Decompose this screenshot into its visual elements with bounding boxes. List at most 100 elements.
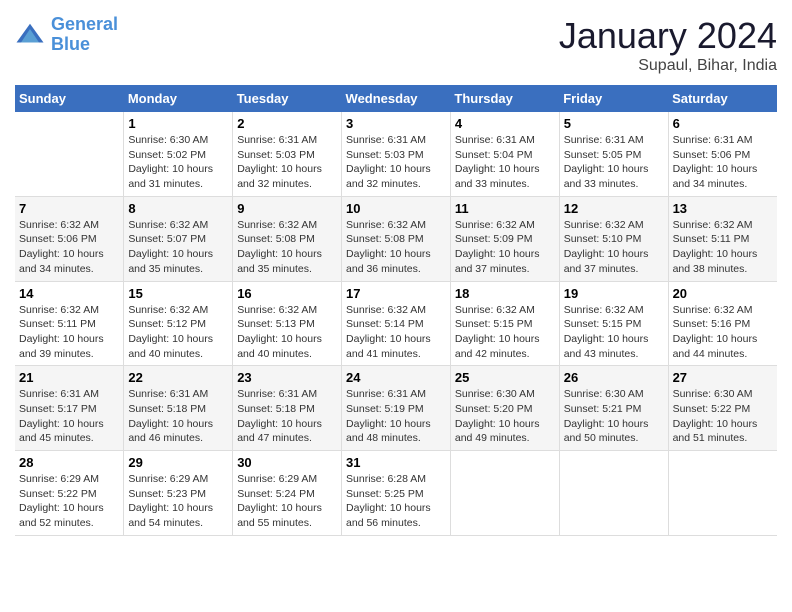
calendar-cell: 9 Sunrise: 6:32 AM Sunset: 5:08 PM Daylig… [233,196,342,281]
week-row-4: 21Sunrise: 6:31 AM Sunset: 5:17 PM Dayli… [15,366,777,451]
day-number: 16 [237,286,337,301]
day-number: 1 [128,116,228,131]
day-info: Sunrise: 6:29 AM Sunset: 5:22 PM Dayligh… [19,472,119,531]
day-info: Sunrise: 6:32 AM Sunset: 5:11 PM Dayligh… [673,218,773,277]
day-number: 24 [346,370,446,385]
calendar-body: 1 Sunrise: 6:30 AM Sunset: 5:02 PM Daylig… [15,112,777,535]
day-number: 8 [128,201,228,216]
day-info: Sunrise: 6:32 AM Sunset: 5:14 PM Dayligh… [346,303,446,362]
header: General Blue January 2024 Supaul, Bihar,… [15,15,777,75]
day-info: Sunrise: 6:32 AM Sunset: 5:06 PM Dayligh… [19,218,119,277]
day-info: Sunrise: 6:31 AM Sunset: 5:19 PM Dayligh… [346,387,446,446]
logo-icon [15,20,45,50]
day-info: Sunrise: 6:32 AM Sunset: 5:08 PM Dayligh… [237,218,337,277]
calendar-cell: 18 Sunrise: 6:32 AM Sunset: 5:15 PM Dayli… [450,281,559,366]
day-number: 22 [128,370,228,385]
calendar-cell: 21Sunrise: 6:31 AM Sunset: 5:17 PM Dayli… [15,366,124,451]
day-number: 2 [237,116,337,131]
calendar-cell: 19 Sunrise: 6:32 AM Sunset: 5:15 PM Dayli… [559,281,668,366]
day-number: 9 [237,201,337,216]
day-number: 27 [673,370,773,385]
day-info: Sunrise: 6:30 AM Sunset: 5:20 PM Dayligh… [455,387,555,446]
calendar-cell: 25 Sunrise: 6:30 AM Sunset: 5:20 PM Dayli… [450,366,559,451]
day-number: 30 [237,455,337,470]
weekday-header-monday: Monday [124,85,233,112]
calendar-cell [559,451,668,536]
title-area: January 2024 Supaul, Bihar, India [559,15,777,75]
day-number: 14 [19,286,119,301]
day-info: Sunrise: 6:29 AM Sunset: 5:23 PM Dayligh… [128,472,228,531]
day-number: 7 [19,201,119,216]
calendar-header: SundayMondayTuesdayWednesdayThursdayFrid… [15,85,777,112]
day-number: 25 [455,370,555,385]
calendar-cell [15,112,124,196]
calendar-cell: 4Sunrise: 6:31 AM Sunset: 5:04 PM Daylig… [450,112,559,196]
calendar-cell: 5Sunrise: 6:31 AM Sunset: 5:05 PM Daylig… [559,112,668,196]
weekday-header-thursday: Thursday [450,85,559,112]
calendar-cell: 13 Sunrise: 6:32 AM Sunset: 5:11 PM Dayli… [668,196,777,281]
calendar-cell: 8 Sunrise: 6:32 AM Sunset: 5:07 PM Daylig… [124,196,233,281]
day-info: Sunrise: 6:32 AM Sunset: 5:15 PM Dayligh… [564,303,664,362]
day-info: Sunrise: 6:32 AM Sunset: 5:16 PM Dayligh… [673,303,773,362]
day-number: 18 [455,286,555,301]
day-info: Sunrise: 6:32 AM Sunset: 5:08 PM Dayligh… [346,218,446,277]
day-info: Sunrise: 6:32 AM Sunset: 5:09 PM Dayligh… [455,218,555,277]
calendar-cell: 24 Sunrise: 6:31 AM Sunset: 5:19 PM Dayli… [342,366,451,451]
week-row-5: 28Sunrise: 6:29 AM Sunset: 5:22 PM Dayli… [15,451,777,536]
logo-line1: General [51,14,118,34]
day-info: Sunrise: 6:28 AM Sunset: 5:25 PM Dayligh… [346,472,446,531]
calendar-cell: 10 Sunrise: 6:32 AM Sunset: 5:08 PM Dayli… [342,196,451,281]
day-number: 12 [564,201,664,216]
day-number: 11 [455,201,555,216]
weekday-header-friday: Friday [559,85,668,112]
calendar-cell: 15Sunrise: 6:32 AM Sunset: 5:12 PM Dayli… [124,281,233,366]
calendar-cell: 16Sunrise: 6:32 AM Sunset: 5:13 PM Dayli… [233,281,342,366]
day-info: Sunrise: 6:31 AM Sunset: 5:18 PM Dayligh… [128,387,228,446]
day-info: Sunrise: 6:30 AM Sunset: 5:21 PM Dayligh… [564,387,664,446]
calendar-cell: 12 Sunrise: 6:32 AM Sunset: 5:10 PM Dayli… [559,196,668,281]
calendar-cell: 28Sunrise: 6:29 AM Sunset: 5:22 PM Dayli… [15,451,124,536]
day-number: 6 [673,116,773,131]
calendar-cell: 11 Sunrise: 6:32 AM Sunset: 5:09 PM Dayli… [450,196,559,281]
calendar-cell [668,451,777,536]
calendar-cell: 26 Sunrise: 6:30 AM Sunset: 5:21 PM Dayli… [559,366,668,451]
day-number: 4 [455,116,555,131]
week-row-1: 1 Sunrise: 6:30 AM Sunset: 5:02 PM Daylig… [15,112,777,196]
day-number: 31 [346,455,446,470]
calendar-cell: 6Sunrise: 6:31 AM Sunset: 5:06 PM Daylig… [668,112,777,196]
day-number: 23 [237,370,337,385]
day-info: Sunrise: 6:32 AM Sunset: 5:07 PM Dayligh… [128,218,228,277]
weekday-header-sunday: Sunday [15,85,124,112]
calendar-cell: 30 Sunrise: 6:29 AM Sunset: 5:24 PM Dayli… [233,451,342,536]
day-number: 10 [346,201,446,216]
day-number: 20 [673,286,773,301]
calendar-cell: 7 Sunrise: 6:32 AM Sunset: 5:06 PM Daylig… [15,196,124,281]
calendar-title: January 2024 [559,15,777,57]
weekday-header-wednesday: Wednesday [342,85,451,112]
calendar-cell: 14 Sunrise: 6:32 AM Sunset: 5:11 PM Dayli… [15,281,124,366]
logo-text: General Blue [51,15,118,55]
day-number: 26 [564,370,664,385]
day-info: Sunrise: 6:31 AM Sunset: 5:18 PM Dayligh… [237,387,337,446]
day-number: 13 [673,201,773,216]
calendar-cell: 1 Sunrise: 6:30 AM Sunset: 5:02 PM Daylig… [124,112,233,196]
day-info: Sunrise: 6:32 AM Sunset: 5:10 PM Dayligh… [564,218,664,277]
day-info: Sunrise: 6:29 AM Sunset: 5:24 PM Dayligh… [237,472,337,531]
day-number: 3 [346,116,446,131]
week-row-3: 14 Sunrise: 6:32 AM Sunset: 5:11 PM Dayli… [15,281,777,366]
day-info: Sunrise: 6:30 AM Sunset: 5:02 PM Dayligh… [128,133,228,192]
logo-line2: Blue [51,34,90,54]
calendar-cell [450,451,559,536]
day-info: Sunrise: 6:32 AM Sunset: 5:15 PM Dayligh… [455,303,555,362]
weekday-header-tuesday: Tuesday [233,85,342,112]
day-info: Sunrise: 6:32 AM Sunset: 5:11 PM Dayligh… [19,303,119,362]
day-number: 5 [564,116,664,131]
calendar-cell: 3 Sunrise: 6:31 AM Sunset: 5:03 PM Daylig… [342,112,451,196]
day-info: Sunrise: 6:32 AM Sunset: 5:12 PM Dayligh… [128,303,228,362]
day-info: Sunrise: 6:30 AM Sunset: 5:22 PM Dayligh… [673,387,773,446]
logo: General Blue [15,15,118,55]
day-info: Sunrise: 6:31 AM Sunset: 5:03 PM Dayligh… [346,133,446,192]
day-number: 19 [564,286,664,301]
calendar-cell: 2Sunrise: 6:31 AM Sunset: 5:03 PM Daylig… [233,112,342,196]
day-info: Sunrise: 6:31 AM Sunset: 5:17 PM Dayligh… [19,387,119,446]
